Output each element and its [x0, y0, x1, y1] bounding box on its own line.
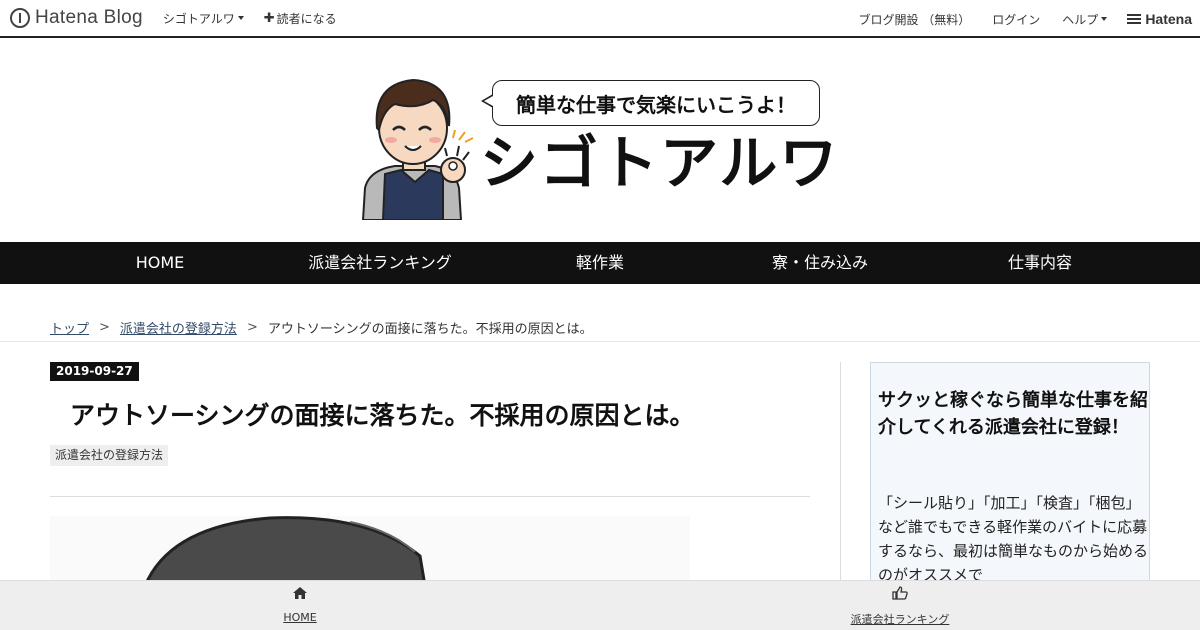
- login-link[interactable]: ログイン: [992, 11, 1040, 28]
- speech-bubble-tail-inner: [484, 96, 493, 106]
- hatena-logo[interactable]: Hatena: [1127, 11, 1192, 27]
- bottom-nav-ranking[interactable]: 派遣会社ランキング: [800, 581, 1000, 630]
- global-nav: HOME 派遣会社ランキング 軽作業 寮・住み込み 仕事内容: [0, 242, 1200, 284]
- nav-item-home[interactable]: HOME: [60, 242, 260, 284]
- blog-menu-label: シゴトアルワ: [162, 11, 235, 26]
- breadcrumb-category-link[interactable]: 派遣会社の登録方法: [120, 318, 237, 337]
- topbar-right-group: ブログ開設 （無料） ログイン ヘルプ Hatena: [836, 0, 1192, 38]
- bottom-nav-ranking-label: 派遣会社ランキング: [850, 613, 950, 626]
- hero-hair-illustration: [143, 516, 427, 586]
- sidebar-promo-title: サクッと稼ぐなら簡単な仕事を紹介してくれる派遣会社に登録！: [878, 390, 1148, 438]
- hatena-blog-logo-text: Hatena Blog: [35, 7, 143, 28]
- breadcrumb-divider: [0, 341, 1200, 342]
- blog-menu-dropdown[interactable]: シゴトアルワ: [163, 10, 244, 27]
- subscribe-button[interactable]: ✚ 読者になる: [264, 10, 337, 27]
- nav-item-light-work[interactable]: 軽作業: [500, 242, 700, 284]
- bottom-nav-home-label: HOME: [283, 611, 317, 624]
- thumbs-up-icon: [892, 586, 908, 600]
- article-hero-image: [50, 516, 690, 586]
- breadcrumb-current: アウトソーシングの面接に落ちた。不採用の原因とは。: [267, 322, 593, 337]
- plus-icon: ✚: [263, 10, 275, 26]
- character-illustration: [361, 78, 474, 220]
- chevron-down-icon: [1101, 17, 1108, 21]
- open-blog-link[interactable]: ブログ開設 （無料）: [858, 11, 970, 28]
- entry-category-tag[interactable]: 派遣会社の登録方法: [50, 445, 169, 466]
- entry-title[interactable]: アウトソーシングの面接に落ちた。不採用の原因とは。: [70, 396, 695, 432]
- breadcrumb-separator: >: [99, 320, 110, 335]
- hatena-mark-icon: [1127, 14, 1142, 24]
- help-dropdown[interactable]: ヘルプ: [1062, 11, 1108, 28]
- home-icon: [293, 587, 307, 599]
- site-title[interactable]: シゴトアルワ: [480, 134, 839, 192]
- nav-item-ranking[interactable]: 派遣会社ランキング: [280, 242, 480, 284]
- bottom-fixed-bar: HOME 派遣会社ランキング: [0, 580, 1200, 630]
- nav-item-job-content[interactable]: 仕事内容: [940, 242, 1140, 284]
- sidebar-promo-box: サクッと稼ぐなら簡単な仕事を紹介してくれる派遣会社に登録！ 「シール貼り」「加工…: [870, 362, 1150, 592]
- article-divider: [50, 496, 810, 497]
- hatena-blog-logo[interactable]: Hatena Blog: [10, 7, 143, 29]
- breadcrumb-separator: >: [246, 320, 258, 335]
- hatena-topbar: Hatena Blog シゴトアルワ ✚ 読者になる ブログ開設 （無料） ログ…: [0, 0, 1200, 38]
- breadcrumb-top-link[interactable]: トップ: [50, 318, 89, 337]
- column-divider: [840, 362, 841, 582]
- breadcrumb: トップ > 派遣会社の登録方法 > アウトソーシングの面接に落ちた。不採用の原因…: [50, 318, 593, 337]
- hatena-logo-text: Hatena: [1145, 11, 1192, 27]
- subscribe-label: 読者になる: [276, 11, 337, 26]
- speech-bubble: 簡単な仕事で気楽にいこうよ！: [492, 80, 820, 126]
- sidebar-promo-text: 「シール貼り」「加工」「検査」「梱包」など誰でもできる軽作業のバイトに応募するな…: [878, 494, 1149, 584]
- blog-header[interactable]: 簡単な仕事で気楽にいこうよ！ シゴトアルワ: [0, 40, 1200, 242]
- help-label: ヘルプ: [1062, 12, 1099, 27]
- nav-item-dormitory[interactable]: 寮・住み込み: [720, 242, 920, 284]
- entry-date-badge[interactable]: 2019-09-27: [50, 362, 139, 381]
- chevron-down-icon: [237, 16, 244, 20]
- bottom-nav-home[interactable]: HOME: [200, 581, 400, 630]
- hatena-blog-logo-icon: [10, 8, 30, 28]
